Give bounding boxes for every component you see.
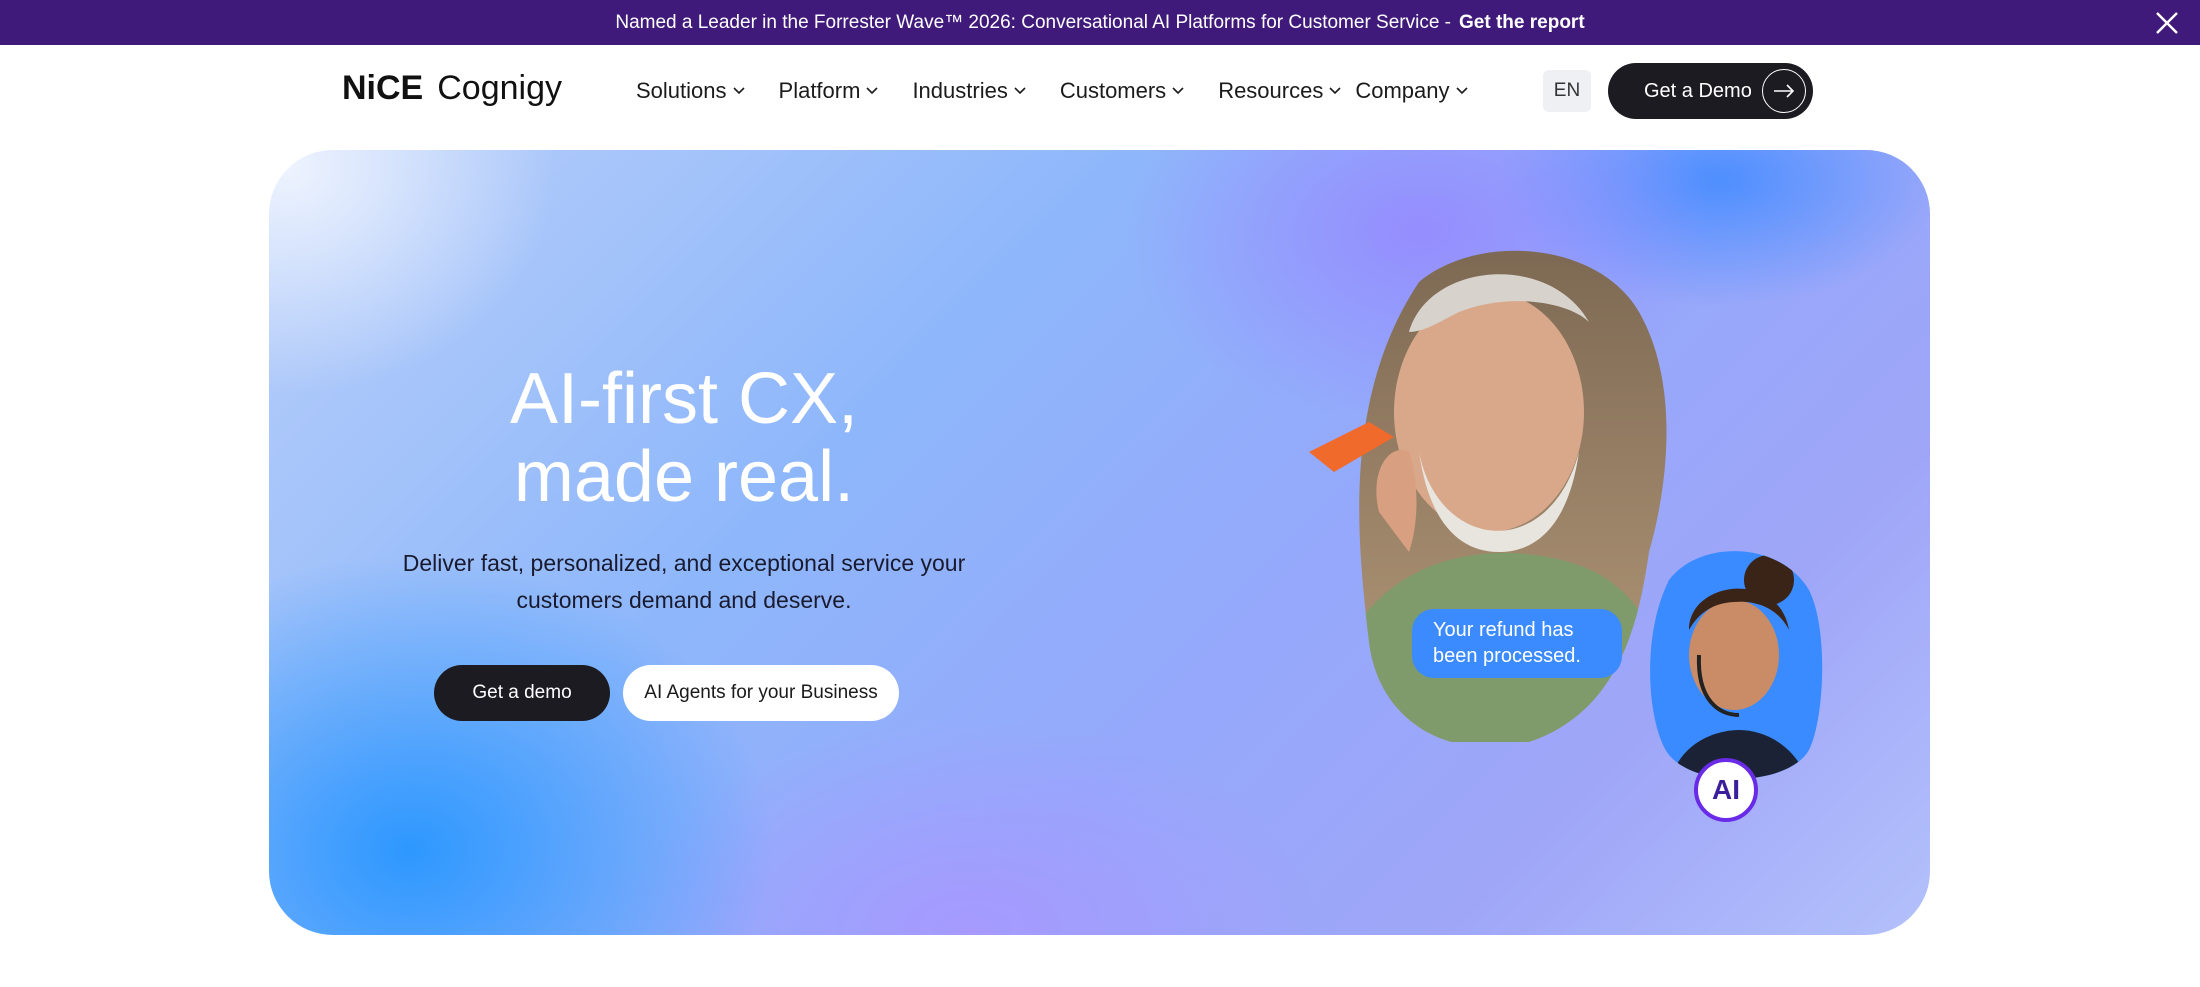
- nav-label: Company: [1355, 78, 1450, 103]
- nav-label: Resources: [1218, 78, 1324, 103]
- nav-industries[interactable]: Industries: [912, 78, 1026, 104]
- announcement-text: Named a Leader in the Forrester Wave™ 20…: [615, 11, 1452, 33]
- close-icon[interactable]: [2152, 8, 2182, 38]
- chevron-down-icon: [732, 87, 745, 95]
- hero-title: AI-first CX, made real.: [269, 360, 1099, 516]
- nav-label: Platform: [778, 78, 861, 103]
- chevron-down-icon: [1014, 87, 1026, 95]
- nav-platform[interactable]: Platform: [779, 78, 879, 104]
- arrow-right-icon: [1762, 69, 1806, 113]
- nav-resources[interactable]: Resources: [1218, 78, 1341, 104]
- nav-label: Solutions: [636, 78, 727, 103]
- nav-customers[interactable]: Customers: [1060, 78, 1184, 104]
- logo-cognigy: Cognigy: [437, 69, 562, 107]
- ai-agents-button[interactable]: AI Agents for your Business: [623, 665, 899, 721]
- nav-solutions[interactable]: Solutions: [636, 78, 745, 104]
- chevron-down-icon: [1455, 87, 1468, 95]
- language-selector[interactable]: EN: [1543, 70, 1591, 112]
- bubble-line2: been processed.: [1433, 645, 1581, 667]
- get-a-demo-label: Get a Demo: [1644, 79, 1752, 102]
- hero-title-line1: AI-first CX,: [509, 359, 858, 439]
- announcement-bar: Named a Leader in the Forrester Wave™ 20…: [0, 0, 2200, 45]
- chevron-down-icon: [1172, 87, 1184, 95]
- hero-subtitle-line2: customers demand and deserve.: [516, 587, 852, 613]
- nav-label: Customers: [1059, 78, 1167, 103]
- nav-label: Industries: [912, 78, 1008, 103]
- get-a-demo-hero-button[interactable]: Get a demo: [434, 665, 610, 721]
- hero-section: AI-first CX, made real. Deliver fast, pe…: [269, 150, 1930, 935]
- hero-subtitle-line1: Deliver fast, personalized, and exceptio…: [402, 550, 966, 576]
- chevron-down-icon: [1329, 87, 1341, 95]
- chevron-down-icon: [866, 87, 879, 95]
- site-header: NiCE Cognigy Solutions Platform Industri…: [0, 45, 2200, 150]
- bubble-line1: Your refund has: [1433, 619, 1574, 641]
- main-nav: Solutions Platform Industries Customers …: [636, 73, 1502, 109]
- get-report-link[interactable]: Get the report: [1459, 12, 1585, 34]
- ai-agent-photo: [1650, 551, 1823, 779]
- nav-company[interactable]: Company: [1355, 78, 1468, 104]
- logo-nice: NiCE: [342, 69, 424, 107]
- ai-badge: AI: [1694, 758, 1758, 822]
- get-a-demo-button[interactable]: Get a Demo: [1608, 63, 1813, 119]
- hero-subtitle: Deliver fast, personalized, and exceptio…: [379, 545, 989, 619]
- chat-bubble: Your refund has been processed.: [1412, 609, 1622, 678]
- logo[interactable]: NiCE Cognigy: [342, 69, 562, 109]
- hero-title-line2: made real.: [513, 437, 855, 517]
